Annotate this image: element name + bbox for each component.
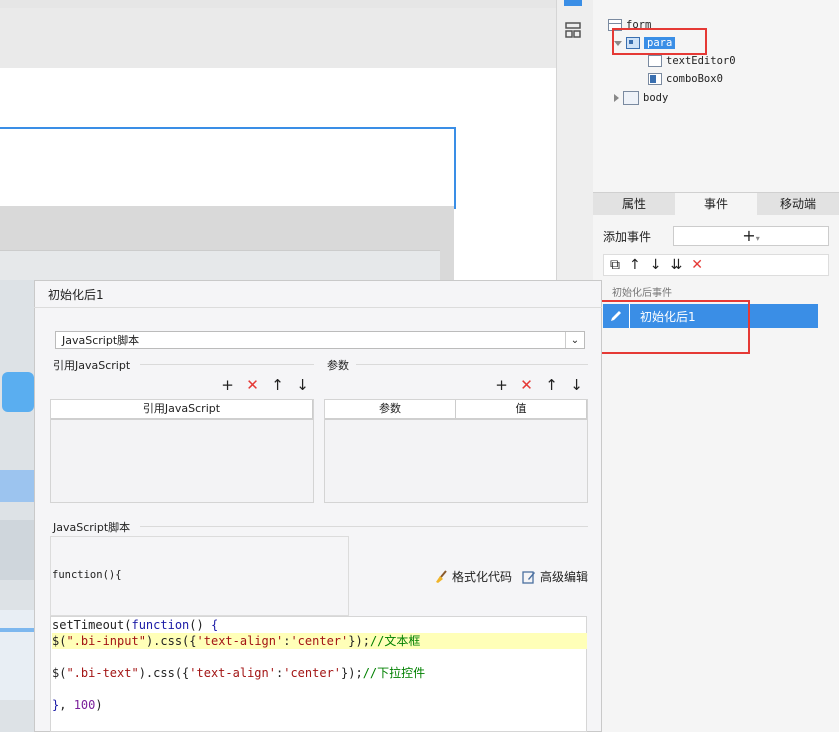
delete-icon[interactable]: ✕ xyxy=(245,376,260,394)
map-water-region-2 xyxy=(0,470,34,502)
tab-events[interactable]: 事件 xyxy=(675,193,757,215)
table-header: 引用JavaScript xyxy=(51,400,313,420)
map-widget xyxy=(0,250,440,281)
add-icon: + xyxy=(742,226,756,245)
tree-node-label: textEditor0 xyxy=(666,55,736,67)
tree-node-combobox[interactable]: comboBox0 xyxy=(648,71,723,87)
delete-icon[interactable]: ✕ xyxy=(519,376,534,394)
collapse-arrow-icon[interactable] xyxy=(614,94,619,102)
move-bottom-icon[interactable]: ⇊ xyxy=(670,258,682,272)
move-up-icon[interactable]: ↑ xyxy=(629,258,641,272)
tree-node-label: comboBox0 xyxy=(666,73,723,85)
chevron-down-icon: ⌄ xyxy=(565,332,584,348)
highlight-frame xyxy=(612,28,707,55)
map-band xyxy=(0,520,34,580)
dialog-title: 初始化后1 xyxy=(48,288,104,302)
format-code-label: 格式化代码 xyxy=(452,570,513,584)
code-line: }, 100) xyxy=(52,698,103,712)
event-group-label: 初始化后事件 xyxy=(612,288,672,299)
function-header: function(){ xyxy=(52,569,122,581)
combobox-icon xyxy=(648,73,662,85)
code-editor[interactable]: setTimeout(function() { $(".bi-input").c… xyxy=(50,616,587,732)
highlight-frame xyxy=(600,300,750,354)
body-icon xyxy=(623,91,639,105)
code-line: $(".bi-text").css({'text-align':'center'… xyxy=(52,666,426,680)
chart-area-fill xyxy=(0,610,34,700)
params-table[interactable]: 参数 值 xyxy=(324,399,588,503)
tree-node-texteditor[interactable]: textEditor0 xyxy=(648,53,736,69)
script-type-value: JavaScript脚本 xyxy=(62,334,140,347)
selected-widget-frame[interactable] xyxy=(0,127,456,209)
tab-mobile[interactable]: 移动端 xyxy=(757,193,839,215)
tree-toolbar xyxy=(600,0,830,6)
chart-line xyxy=(0,628,34,632)
section-divider xyxy=(140,364,314,365)
column-header: 参数 xyxy=(325,400,456,418)
broom-icon xyxy=(436,569,447,583)
text-editor-icon xyxy=(648,55,662,67)
move-up-icon[interactable]: ↑ xyxy=(270,376,285,394)
add-icon[interactable]: + xyxy=(494,376,509,394)
column-header: 引用JavaScript xyxy=(51,400,313,418)
move-down-icon[interactable]: ↓ xyxy=(295,376,310,394)
property-tabs: 属性 事件 移动端 xyxy=(593,192,839,215)
column-header: 值 xyxy=(456,400,587,418)
move-down-icon[interactable]: ↓ xyxy=(650,258,662,272)
ref-js-table[interactable]: 引用JavaScript xyxy=(50,399,314,503)
move-down-icon[interactable]: ↓ xyxy=(569,376,584,394)
canvas-top-bar xyxy=(0,0,556,8)
move-up-icon[interactable]: ↑ xyxy=(544,376,559,394)
table-header: 参数 值 xyxy=(325,400,587,420)
code-line: setTimeout(function() { xyxy=(52,618,219,632)
tree-node-body[interactable]: body xyxy=(614,90,668,106)
script-section-label: JavaScript脚本 xyxy=(53,521,131,534)
ref-js-toolbar: + ✕ ↑ ↓ xyxy=(220,376,310,394)
event-toolbar: ⧉ ↑ ↓ ⇊ ✕ xyxy=(603,254,829,276)
dropdown-caret-icon: ▾ xyxy=(755,234,760,243)
section-divider xyxy=(140,526,588,527)
layout-icon[interactable] xyxy=(565,22,581,38)
right-panel xyxy=(593,0,839,732)
delete-icon[interactable]: ✕ xyxy=(691,258,703,272)
tab-properties[interactable]: 属性 xyxy=(593,193,675,215)
add-icon[interactable]: + xyxy=(220,376,235,394)
section-divider xyxy=(356,364,588,365)
code-line-highlighted: $(".bi-input").css({'text-align':'center… xyxy=(52,633,587,649)
params-toolbar: + ✕ ↑ ↓ xyxy=(494,376,584,394)
script-type-select[interactable]: JavaScript脚本 ⌄ xyxy=(55,331,585,349)
tree-node-label: body xyxy=(643,92,669,104)
params-section-label: 参数 xyxy=(327,359,349,372)
format-code-button[interactable]: 格式化代码 xyxy=(434,568,512,585)
add-event-label: 添加事件 xyxy=(603,230,652,244)
advanced-edit-label: 高级编辑 xyxy=(540,570,589,584)
dialog-separator xyxy=(34,307,602,308)
advanced-edit-button[interactable]: 高级编辑 xyxy=(522,568,588,585)
add-event-button[interactable]: +▾ xyxy=(673,226,829,246)
copy-icon[interactable]: ⧉ xyxy=(610,258,620,272)
edit-icon xyxy=(522,570,535,584)
active-tool-indicator xyxy=(564,0,582,6)
ref-js-section-label: 引用JavaScript xyxy=(53,359,131,372)
map-water-region xyxy=(2,372,34,412)
